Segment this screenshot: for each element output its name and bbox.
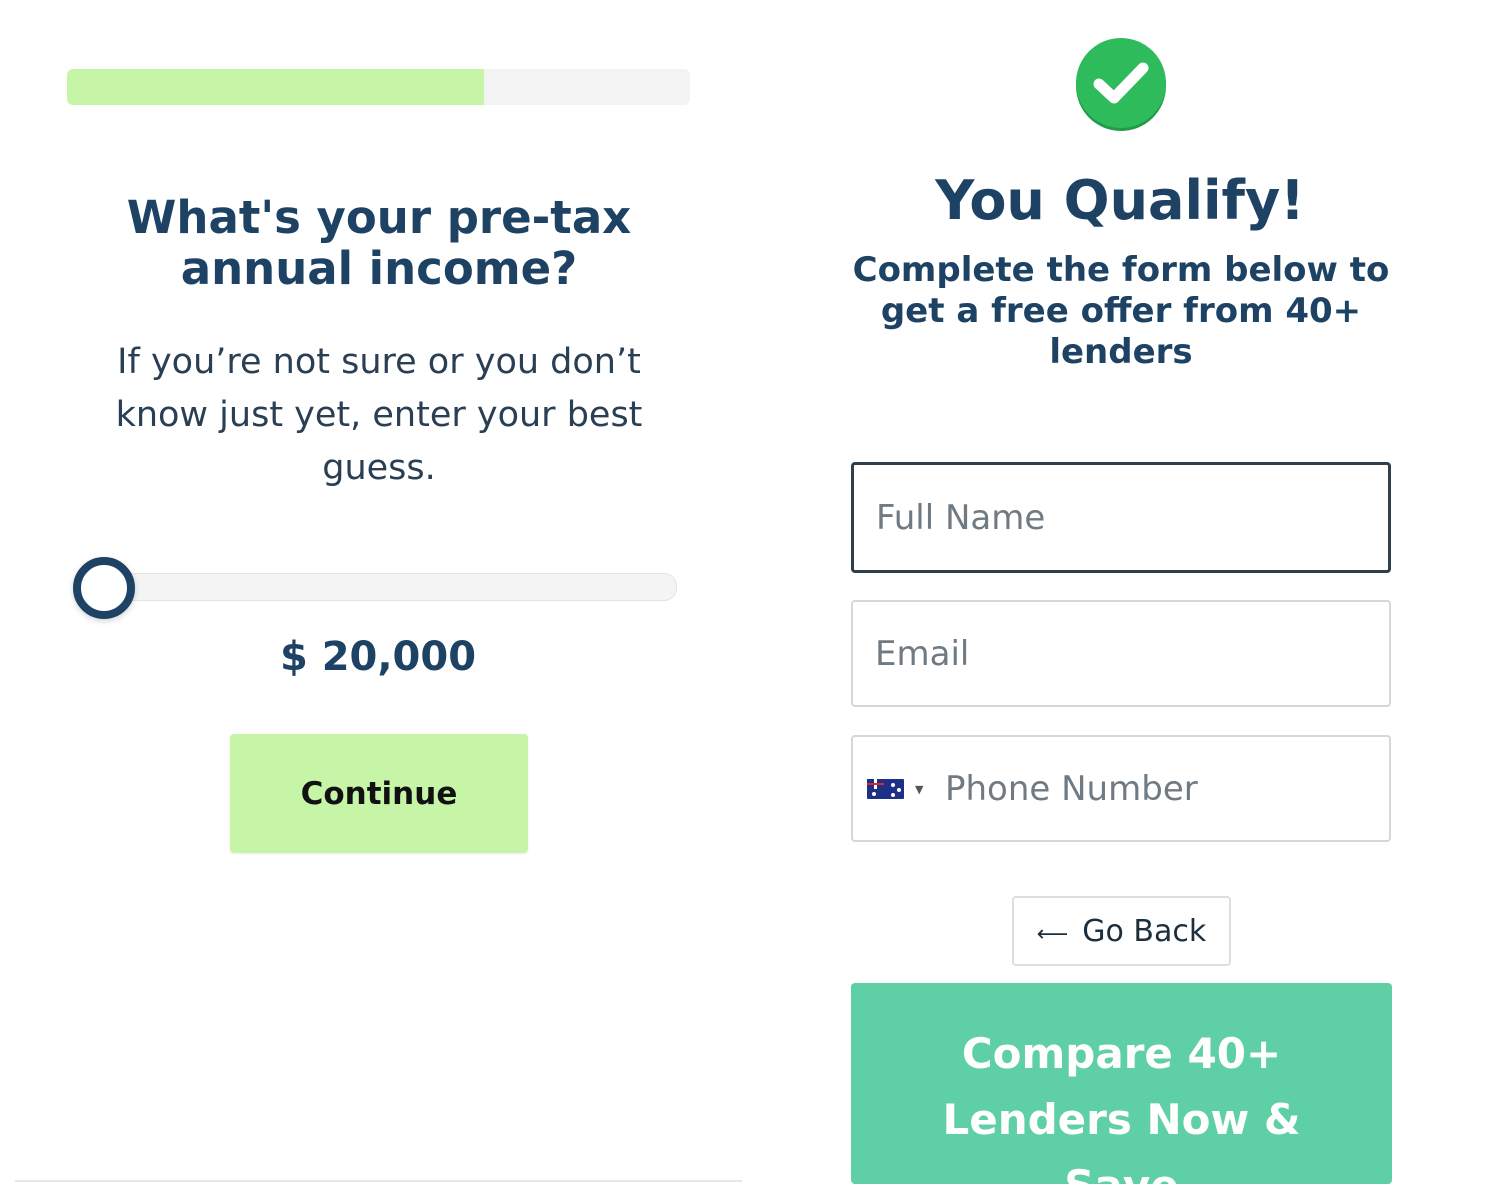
go-back-button[interactable]: ⟵ Go Back — [1012, 896, 1231, 966]
continue-button[interactable]: Continue — [230, 734, 528, 853]
compare-lenders-button[interactable]: Compare 40+ Lenders Now & Save — [851, 983, 1392, 1184]
divider — [15, 1180, 742, 1182]
arrow-left-icon: ⟵ — [1036, 921, 1069, 947]
progress-bar-fill — [67, 69, 485, 105]
full-name-input[interactable] — [854, 465, 1388, 570]
qualify-subtitle: Complete the form below to get a free of… — [852, 250, 1390, 372]
income-slider-value: $ 20,000 — [279, 634, 477, 680]
income-slider-track[interactable] — [100, 573, 677, 601]
go-back-label: Go Back — [1082, 913, 1207, 949]
full-name-field[interactable] — [851, 462, 1391, 573]
qualify-title: You Qualify! — [935, 169, 1305, 232]
qualify-step-panel: You Qualify! Complete the form below to … — [750, 0, 1500, 1198]
question-subtitle: If you’re not sure or you don’t know jus… — [115, 342, 643, 488]
country-code-select[interactable]: ▼ — [867, 777, 927, 801]
phone-field[interactable]: ▼ — [851, 735, 1391, 842]
income-slider-thumb[interactable] — [73, 557, 135, 619]
phone-input[interactable] — [925, 737, 1385, 840]
australia-flag-icon — [867, 779, 904, 799]
question-title: What's your pre-tax annual income? — [126, 191, 632, 295]
email-input[interactable] — [853, 602, 1389, 705]
email-field[interactable] — [851, 600, 1391, 707]
progress-bar — [67, 69, 690, 105]
check-circle-icon — [1076, 38, 1166, 128]
income-step-panel: What's your pre-tax annual income? If yo… — [0, 0, 750, 1198]
chevron-down-icon: ▼ — [915, 783, 924, 796]
